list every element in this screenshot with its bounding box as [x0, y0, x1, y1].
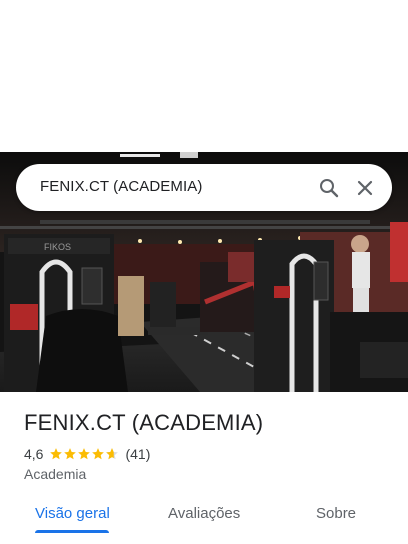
- star-icon: [92, 448, 105, 460]
- place-title: FENIX.CT (ACADEMIA): [24, 410, 264, 435]
- rating-row[interactable]: 4,6 (41): [24, 445, 150, 463]
- active-tab-indicator: [35, 530, 109, 533]
- tab-overview[interactable]: Visão geral: [35, 505, 110, 522]
- search-icon[interactable]: [317, 176, 341, 200]
- place-category: Academia: [24, 466, 87, 482]
- machine-brand-label: FIKOS: [44, 242, 71, 252]
- star-icon: [64, 448, 77, 460]
- search-query[interactable]: FENIX.CT (ACADEMIA): [40, 178, 202, 195]
- close-icon[interactable]: [353, 176, 377, 200]
- star-icon: [50, 448, 63, 460]
- map-blank-area: [0, 0, 408, 152]
- star-half-icon: [106, 448, 119, 460]
- tab-reviews[interactable]: Avaliações: [168, 505, 240, 522]
- rating-value: 4,6: [24, 446, 44, 462]
- star-icon: [78, 448, 91, 460]
- review-count[interactable]: (41): [125, 446, 150, 462]
- star-rating: [49, 447, 119, 461]
- place-info-panel: FENIX.CT (ACADEMIA) 4,6 (41) Academia Vi…: [0, 392, 408, 544]
- search-bar[interactable]: FENIX.CT (ACADEMIA): [16, 164, 392, 211]
- tab-about[interactable]: Sobre: [316, 505, 356, 522]
